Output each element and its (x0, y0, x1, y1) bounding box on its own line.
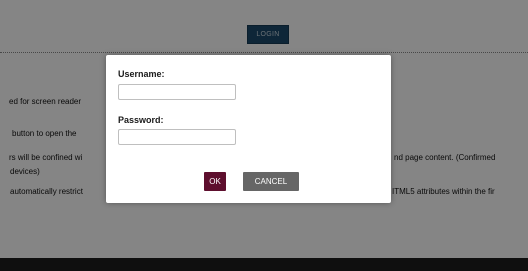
login-dialog: Username: Password: OK CANCEL (106, 55, 391, 203)
password-input[interactable] (118, 129, 236, 145)
password-label: Password: (118, 115, 164, 125)
cancel-button[interactable]: CANCEL (243, 172, 299, 191)
username-input[interactable] (118, 84, 236, 100)
ok-button[interactable]: OK (204, 172, 226, 191)
username-label: Username: (118, 69, 165, 79)
